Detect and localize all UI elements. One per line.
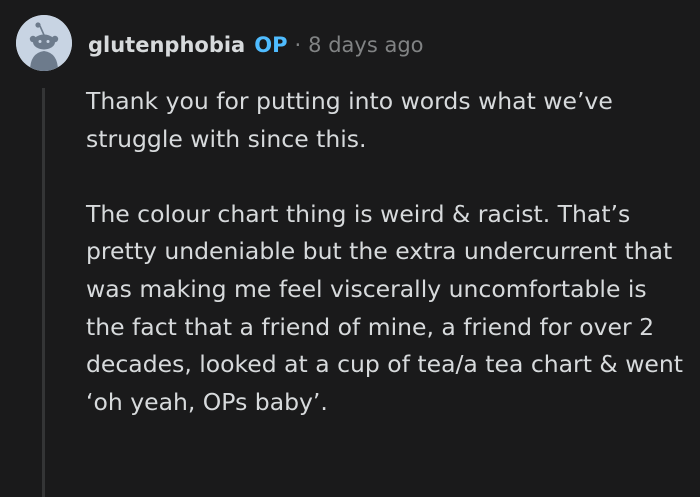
timestamp[interactable]: 8 days ago xyxy=(308,33,423,57)
comment-paragraph: The colour chart thing is weird & racist… xyxy=(86,199,683,416)
thread-line[interactable] xyxy=(42,88,45,497)
op-badge: OP xyxy=(254,33,288,57)
snoo-avatar-icon xyxy=(16,15,72,71)
comment-body: Thank you for putting into words what we… xyxy=(86,83,686,421)
comment-header: glutenphobia OP · 8 days ago xyxy=(88,29,424,61)
comment-paragraph: Thank you for putting into words what we… xyxy=(86,87,613,153)
comment: glutenphobia OP · 8 days ago Thank you f… xyxy=(0,0,700,497)
separator-dot: · xyxy=(294,33,302,57)
avatar[interactable] xyxy=(16,15,72,71)
username[interactable]: glutenphobia xyxy=(88,33,245,57)
